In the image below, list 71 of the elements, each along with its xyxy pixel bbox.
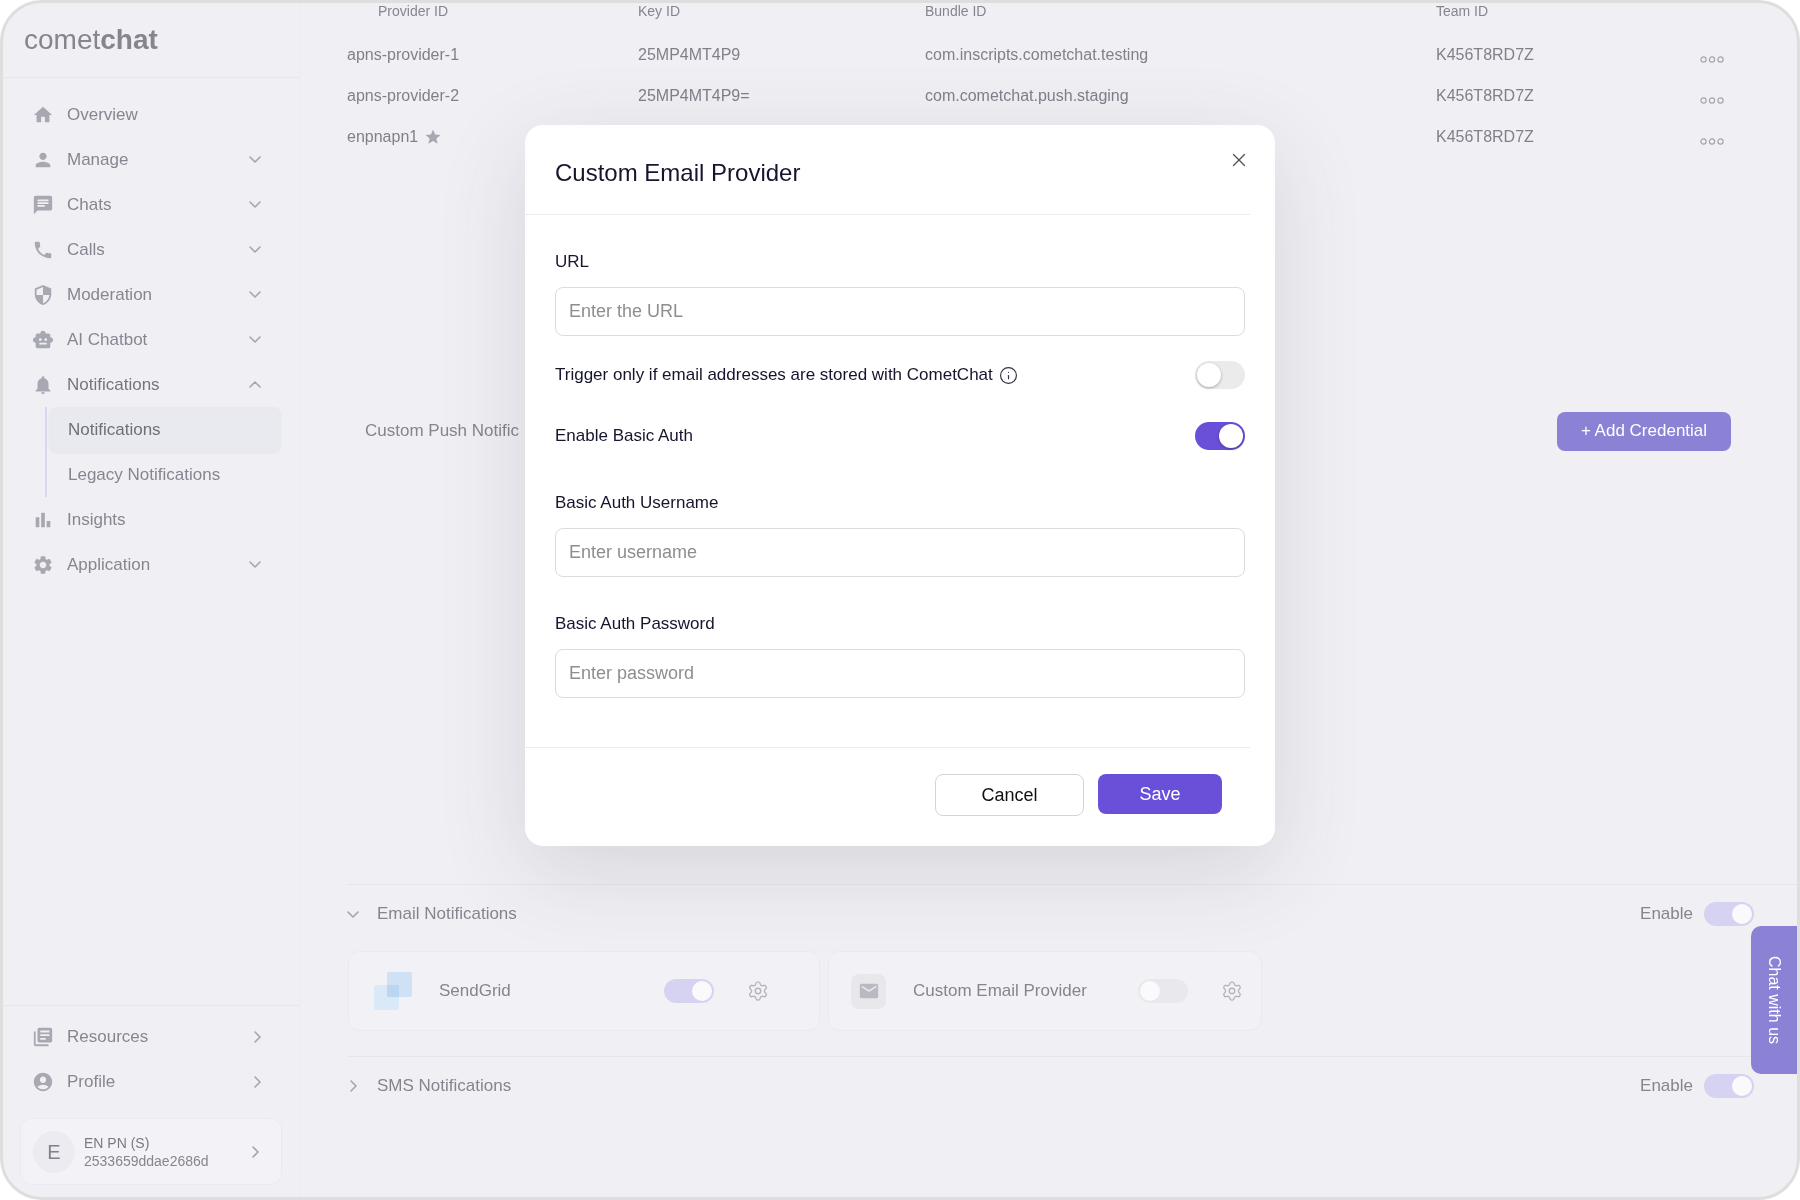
field-label: Basic Auth Password xyxy=(555,613,716,635)
enable-label: Enable xyxy=(1640,903,1693,926)
table-cell-text: 25MP4MT4P9 xyxy=(638,44,741,65)
table-cell-text: enpnapn1 xyxy=(347,126,419,147)
table-cell-text: apns-provider-2 xyxy=(347,85,460,106)
sidebar-item[interactable]: Application xyxy=(3,542,299,587)
field-label: URL xyxy=(555,251,590,273)
chevron-right-icon xyxy=(254,1030,261,1043)
avatar: E xyxy=(33,1130,75,1173)
provider-name: Custom Email Provider xyxy=(913,980,1088,1003)
sidebar-item[interactable]: Calls xyxy=(3,227,299,272)
save-button[interactable]: Save xyxy=(1098,774,1222,814)
sidebar-item[interactable]: Notifications xyxy=(3,362,299,407)
column-header: Provider ID xyxy=(378,3,449,19)
info-icon[interactable] xyxy=(998,365,1018,385)
sidebar-item[interactable]: Chats xyxy=(3,182,299,227)
section-title: Custom Push Notific xyxy=(365,420,519,443)
table-cell-text: apns-provider-1 xyxy=(347,44,460,65)
section-title: SMS Notifications xyxy=(377,1075,512,1098)
sidebar-subitem[interactable]: Notifications xyxy=(49,407,281,452)
chevron-right-icon xyxy=(254,1075,261,1088)
sidebar-item[interactable]: Overview xyxy=(3,92,299,137)
toggle-label: Trigger only if email addresses are stored with CometChat xyxy=(555,364,993,387)
sidebar-item[interactable]: Insights xyxy=(3,497,299,542)
sidebar-item[interactable]: Profile xyxy=(3,1059,299,1104)
settings-icon[interactable] xyxy=(1221,980,1243,1002)
toggle-switch[interactable] xyxy=(1195,422,1245,450)
section-title: Email Notifications xyxy=(377,903,517,926)
sidebar-item[interactable]: AI Chatbot xyxy=(3,317,299,362)
sidebar-subitem[interactable]: Legacy Notifications xyxy=(49,452,281,497)
table-cell-text: K456T8RD7Z xyxy=(1436,85,1534,106)
enable-label: Enable xyxy=(1640,1075,1693,1098)
gear-icon xyxy=(32,553,54,576)
account-name: EN PN (S) xyxy=(84,1133,151,1152)
sidebar-item[interactable]: Manage xyxy=(3,137,299,182)
sidebar-item[interactable]: Resources xyxy=(3,1014,299,1059)
column-header: Team ID xyxy=(1436,3,1489,19)
account-card[interactable]: E EN PN (S) 2533659ddae2686d xyxy=(20,1118,282,1185)
more-icon[interactable] xyxy=(1700,138,1724,145)
column-header: Bundle ID xyxy=(925,3,987,19)
chat-tab[interactable]: Chat with us xyxy=(1751,926,1797,1074)
app-id: 2533659ddae2686d xyxy=(84,1151,210,1170)
cancel-button[interactable]: Cancel xyxy=(935,774,1084,816)
chevron-down-icon[interactable] xyxy=(347,910,359,918)
shield-icon xyxy=(32,283,54,306)
table-cell-text: K456T8RD7Z xyxy=(1436,44,1534,65)
chevron-right-icon xyxy=(252,1145,259,1158)
table-cell-text: 25MP4MT4P9= xyxy=(638,85,750,106)
chevron-right-icon[interactable] xyxy=(349,1080,357,1092)
table-cell-text: com.inscripts.cometchat.testing xyxy=(925,44,1149,65)
dialog-title: Custom Email Provider xyxy=(555,158,801,188)
settings-icon[interactable] xyxy=(747,980,769,1002)
documents-icon xyxy=(32,1025,54,1048)
brand-logo: cometchat xyxy=(24,26,158,54)
table-cell-text: com.cometchat.push.staging xyxy=(925,85,1129,106)
table-cell-text: K456T8RD7Z xyxy=(1436,126,1534,147)
field-label: Basic Auth Username xyxy=(555,492,720,514)
sidebar-item[interactable]: Moderation xyxy=(3,272,299,317)
provider-name: SendGrid xyxy=(439,980,512,1003)
robot-icon xyxy=(32,328,54,351)
add-credential-button[interactable]: + Add Credential xyxy=(1557,411,1731,451)
column-header: Key ID xyxy=(638,3,680,19)
mail-icon xyxy=(851,973,886,1009)
more-icon[interactable] xyxy=(1700,56,1724,63)
chat-bubble-icon xyxy=(32,193,54,216)
more-icon[interactable] xyxy=(1700,97,1724,104)
blocks-logo-icon xyxy=(374,972,412,1010)
input-field[interactable]: Enter username xyxy=(555,528,1245,577)
input-field[interactable]: Enter password xyxy=(555,649,1245,698)
input-field[interactable]: Enter the URL xyxy=(555,287,1245,336)
toggle-label: Enable Basic Auth xyxy=(555,425,693,448)
